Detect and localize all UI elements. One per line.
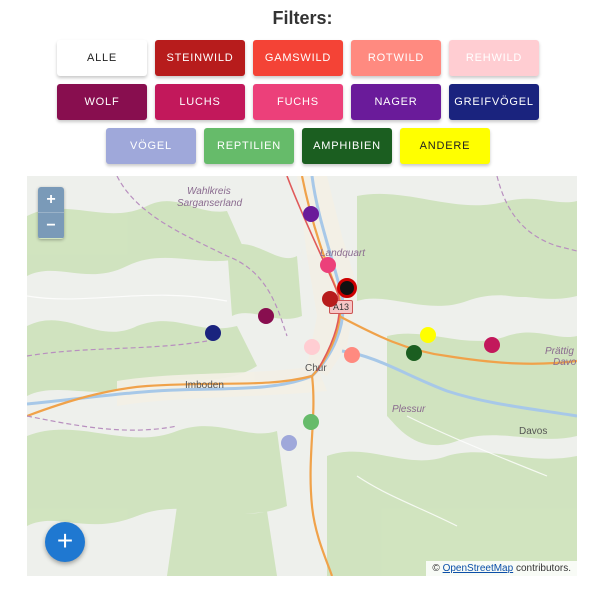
map-marker-voegel[interactable]	[281, 435, 297, 451]
filter-button-group: ALLE STEINWILD GAMSWILD ROTWILD REHWILD …	[0, 0, 605, 170]
filter-rotwild-button[interactable]: ROTWILD	[351, 40, 441, 76]
filter-voegel-button[interactable]: VÖGEL	[106, 128, 196, 164]
map-view[interactable]: Wahlkreis Sarganserland Landquart Chur I…	[27, 176, 577, 576]
attribution-copyright: ©	[432, 563, 440, 574]
zoom-control: + −	[38, 187, 64, 239]
map-label-prattigau: Prättig	[545, 346, 574, 357]
map-label-plessur: Plessur	[392, 404, 426, 415]
zoom-in-button[interactable]: +	[38, 187, 64, 212]
map-marker-selected[interactable]	[337, 278, 357, 298]
map-marker-rotwild[interactable]	[344, 347, 360, 363]
map-marker-steinwild[interactable]	[322, 291, 338, 307]
map-marker-greifvoegel[interactable]	[205, 325, 221, 341]
map-marker-reptilien[interactable]	[303, 414, 319, 430]
filter-nager-button[interactable]: NAGER	[351, 84, 441, 120]
filter-fuchs-button[interactable]: FUCHS	[253, 84, 343, 120]
filter-andere-button[interactable]: ANDERE	[400, 128, 490, 164]
add-observation-button[interactable]: +	[45, 522, 85, 562]
filter-steinwild-button[interactable]: STEINWILD	[155, 40, 245, 76]
map-marker-nager[interactable]	[303, 206, 319, 222]
filter-luchs-button[interactable]: LUCHS	[155, 84, 245, 120]
map-marker-luchs[interactable]	[484, 337, 500, 353]
map-label-imboden: Imboden	[185, 380, 224, 391]
map-marker-wolf[interactable]	[258, 308, 274, 324]
map-label-wahlkreis: Wahlkreis	[187, 186, 231, 197]
map-label-sarganserland: Sarganserland	[177, 198, 243, 209]
openstreetmap-link[interactable]: OpenStreetMap	[443, 563, 514, 574]
attribution-suffix: contributors.	[515, 563, 571, 574]
filter-gamswild-button[interactable]: GAMSWILD	[253, 40, 343, 76]
filter-greifvoegel-button[interactable]: GREIFVÖGEL	[449, 84, 539, 120]
filter-alle-button[interactable]: ALLE	[57, 40, 147, 76]
map-marker-andere[interactable]	[420, 327, 436, 343]
map-attribution: © OpenStreetMap contributors.	[426, 561, 577, 576]
filter-rehwild-button[interactable]: REHWILD	[449, 40, 539, 76]
map-label-davo: Davo	[553, 357, 577, 368]
zoom-out-button[interactable]: −	[38, 212, 64, 238]
map-marker-fuchs[interactable]	[320, 257, 336, 273]
filter-wolf-button[interactable]: WOLF	[57, 84, 147, 120]
map-label-davos: Davos	[519, 426, 548, 437]
filter-amphibien-button[interactable]: AMPHIBIEN	[302, 128, 392, 164]
filter-reptilien-button[interactable]: REPTILIEN	[204, 128, 294, 164]
map-tiles	[27, 176, 577, 576]
map-marker-rehwild[interactable]	[304, 339, 320, 355]
map-label-chur: Chur	[305, 363, 327, 374]
map-marker-amphibien[interactable]	[406, 345, 422, 361]
